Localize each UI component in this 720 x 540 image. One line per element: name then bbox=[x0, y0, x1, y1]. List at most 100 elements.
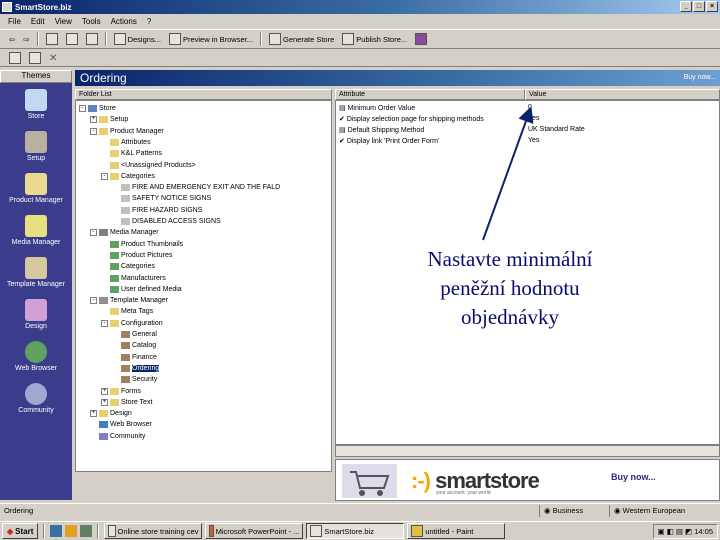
tree-item[interactable]: - Configuration bbox=[101, 318, 163, 329]
expand-toggle[interactable]: + bbox=[90, 410, 97, 418]
tree-item[interactable]: + Forms bbox=[101, 386, 141, 397]
maximize-button[interactable]: □ bbox=[693, 1, 705, 12]
theme-media-manager[interactable]: Media Manager bbox=[0, 215, 72, 246]
close-button[interactable]: × bbox=[706, 1, 718, 12]
tree-item[interactable]: - Template Manager bbox=[90, 295, 168, 306]
value-column-header[interactable]: Value bbox=[525, 89, 720, 100]
attribute-column-header[interactable]: Attribute bbox=[335, 89, 525, 100]
copy-button[interactable] bbox=[63, 31, 81, 47]
tree-item[interactable]: Catalog bbox=[112, 340, 156, 351]
expand-toggle[interactable]: + bbox=[90, 116, 97, 124]
tree-item[interactable]: DISABLED ACCESS SIGNS bbox=[112, 216, 221, 227]
theme-design[interactable]: Design bbox=[0, 299, 72, 330]
theme-setup[interactable]: Setup bbox=[0, 131, 72, 162]
window-title-bar[interactable]: SmartStore.biz _ □ × bbox=[0, 0, 720, 14]
task-smartstore[interactable]: SmartStore.biz bbox=[306, 523, 405, 539]
menu-edit[interactable]: Edit bbox=[31, 17, 45, 26]
buy-now-link[interactable]: Buy now... bbox=[684, 70, 716, 86]
tree-item[interactable]: Product Thumbnails bbox=[101, 239, 183, 250]
smartstore-banner[interactable]: :-) smartstore your account. your world … bbox=[335, 459, 720, 501]
tree-item[interactable]: - Store bbox=[79, 103, 116, 114]
tree-item[interactable]: - Product Manager bbox=[90, 126, 164, 137]
tree-item[interactable]: - Media Manager bbox=[90, 227, 159, 238]
expand-toggle[interactable]: - bbox=[90, 297, 97, 305]
menu-view[interactable]: View bbox=[55, 17, 72, 26]
tree-item[interactable]: Attributes bbox=[101, 137, 151, 148]
tree-item[interactable]: Security bbox=[112, 374, 157, 385]
tree-item[interactable]: + Design bbox=[90, 408, 132, 419]
back-button[interactable]: ⇦ bbox=[6, 31, 18, 47]
community-icon bbox=[99, 432, 108, 440]
delete-button[interactable]: ✕ bbox=[46, 50, 60, 66]
tree-item[interactable]: General bbox=[112, 329, 157, 340]
tree-item[interactable]: Meta Tags bbox=[101, 306, 153, 317]
expand-toggle[interactable]: - bbox=[90, 229, 97, 237]
start-button[interactable]: ◆ Start bbox=[2, 523, 39, 539]
tree-item[interactable]: Product Pictures bbox=[101, 250, 172, 261]
tree-item[interactable]: Community bbox=[90, 431, 145, 442]
banner-buy-now[interactable]: Buy now... bbox=[611, 472, 656, 482]
expand-toggle[interactable]: - bbox=[101, 319, 108, 327]
toolbar-separator bbox=[104, 32, 107, 46]
expand-toggle[interactable]: + bbox=[101, 398, 108, 406]
tree-item[interactable]: FIRE HAZARD SIGNS bbox=[112, 205, 202, 216]
img-icon bbox=[110, 274, 119, 282]
menu-tools[interactable]: Tools bbox=[82, 17, 101, 26]
tree-item[interactable]: User defined Media bbox=[101, 284, 182, 295]
tree-spacer bbox=[112, 206, 119, 214]
sign-icon bbox=[121, 206, 130, 214]
task-online-store[interactable]: Online store training cev bbox=[104, 523, 203, 539]
menu-help[interactable]: ? bbox=[147, 17, 151, 26]
tree-item[interactable]: - Categories bbox=[101, 171, 155, 182]
designs-button[interactable]: Designs... bbox=[111, 31, 164, 47]
menu-actions[interactable]: Actions bbox=[111, 17, 137, 26]
publish-store-button[interactable]: Publish Store... bbox=[339, 31, 410, 47]
new-button[interactable] bbox=[6, 50, 24, 66]
tree-item[interactable]: Categories bbox=[101, 261, 155, 272]
expand-toggle[interactable]: - bbox=[101, 172, 108, 180]
horizontal-scrollbar[interactable] bbox=[335, 445, 720, 457]
menu-file[interactable]: File bbox=[8, 17, 21, 26]
tree-item[interactable]: Web Browser bbox=[90, 419, 152, 430]
secondary-toolbar: ✕ bbox=[0, 50, 720, 67]
tree-item[interactable]: K&L Patterns bbox=[101, 148, 162, 159]
expand-toggle[interactable]: - bbox=[79, 105, 86, 112]
sign-icon bbox=[121, 195, 130, 203]
tree-item-label: General bbox=[132, 331, 157, 338]
preview-button[interactable]: Preview in Browser... bbox=[166, 31, 256, 47]
tree-item[interactable]: Manufacturers bbox=[101, 273, 166, 284]
annotation-text: Nastavte minimální peněžní hodnotu objed… bbox=[427, 247, 593, 329]
theme-community[interactable]: Community bbox=[0, 383, 72, 414]
theme-web-browser[interactable]: Web Browser bbox=[0, 341, 72, 372]
expand-toggle[interactable]: - bbox=[90, 127, 97, 135]
properties-button[interactable] bbox=[83, 31, 101, 47]
tree-item[interactable]: FIRE AND EMERGENCY EXIT AND THE FALD bbox=[112, 182, 280, 193]
tree-spacer bbox=[101, 274, 108, 282]
themes-header[interactable]: Themes bbox=[0, 70, 72, 83]
tree-item[interactable]: SAFETY NOTICE SIGNS bbox=[112, 193, 211, 204]
tree-item[interactable]: Ordering bbox=[112, 363, 160, 374]
forward-button[interactable]: ⇨ bbox=[20, 31, 32, 47]
menu-bar: File Edit View Tools Actions ? bbox=[0, 14, 720, 28]
folder-button[interactable] bbox=[43, 31, 61, 47]
edit-button[interactable] bbox=[26, 50, 44, 66]
tree-item[interactable]: <Unassigned Products> bbox=[101, 160, 196, 171]
tree-item-label: Setup bbox=[110, 116, 129, 124]
tree-item[interactable]: + Store Text bbox=[101, 397, 152, 408]
theme-store[interactable]: Store bbox=[0, 89, 72, 120]
media-icon bbox=[99, 229, 108, 237]
generate-store-button[interactable]: Generate Store bbox=[266, 31, 337, 47]
task-paint[interactable]: untitled - Paint bbox=[407, 523, 506, 539]
theme-template-manager[interactable]: Template Manager bbox=[0, 257, 72, 288]
expand-toggle[interactable]: + bbox=[101, 387, 108, 395]
quicklaunch-ie-icon[interactable] bbox=[50, 525, 63, 537]
theme-product-manager[interactable]: Product Manager bbox=[0, 173, 72, 204]
tree-item[interactable]: Finance bbox=[112, 352, 157, 363]
tree-item[interactable]: + Setup bbox=[90, 114, 128, 125]
book-button[interactable] bbox=[412, 31, 430, 47]
quicklaunch-outlook-icon[interactable] bbox=[65, 525, 78, 537]
quicklaunch-desktop-icon[interactable] bbox=[80, 525, 93, 537]
themes-pane: Store Setup Product Manager Media Manage… bbox=[0, 83, 72, 500]
task-powerpoint[interactable]: Microsoft PowerPoint - ... bbox=[205, 523, 304, 539]
minimize-button[interactable]: _ bbox=[680, 1, 692, 12]
